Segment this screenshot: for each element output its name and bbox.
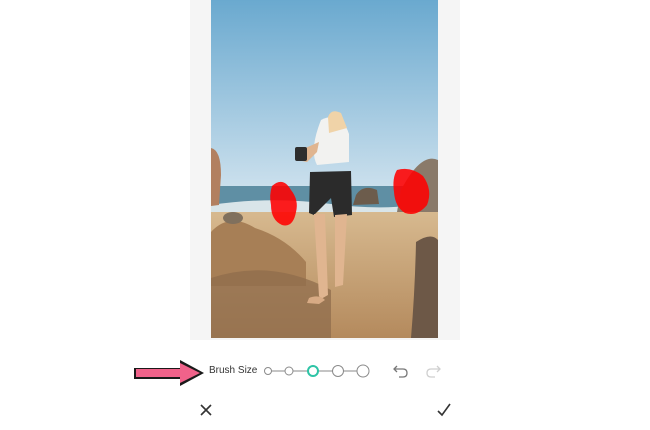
close-button[interactable]	[194, 398, 218, 422]
brush-size-slider[interactable]	[262, 360, 374, 382]
brush-size-option-2[interactable]	[284, 366, 294, 376]
brush-size-label: Brush Size	[209, 365, 258, 376]
beach-photo	[211, 0, 438, 338]
brush-size-option-3[interactable]	[307, 365, 319, 377]
close-icon	[200, 404, 212, 416]
check-icon	[437, 403, 451, 417]
photo-canvas[interactable]	[211, 0, 438, 338]
brush-size-option-1[interactable]	[264, 367, 272, 375]
brush-size-option-5[interactable]	[356, 364, 370, 378]
redo-icon	[426, 365, 441, 378]
redo-button[interactable]	[421, 359, 445, 383]
confirm-button[interactable]	[432, 398, 456, 422]
brush-size-option-4[interactable]	[332, 365, 344, 377]
pointer-arrow-icon	[134, 360, 204, 386]
undo-icon	[393, 365, 408, 378]
undo-button[interactable]	[389, 359, 413, 383]
